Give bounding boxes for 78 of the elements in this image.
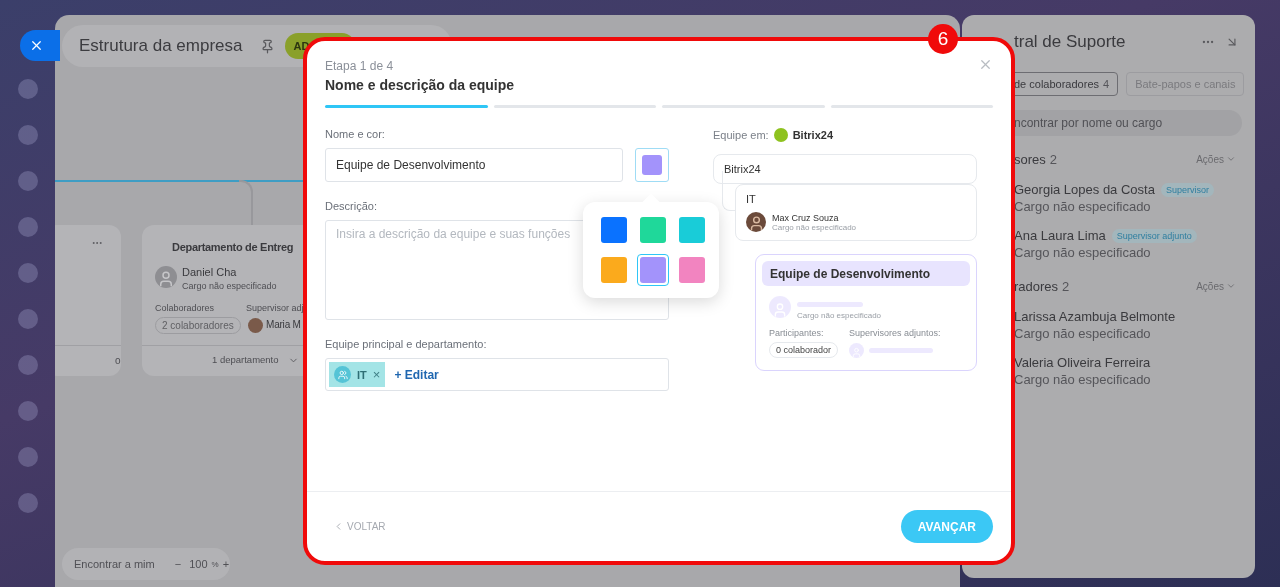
dialog-title: Nome e descrição da equipe: [325, 77, 516, 93]
zoom-out-button[interactable]: −: [170, 558, 186, 570]
company-logo-icon: [773, 128, 788, 142]
field-label: Supervisor adj: [246, 303, 304, 313]
zoom-level: 100: [188, 558, 209, 570]
users-icon: [334, 366, 351, 383]
person-role: Cargo não especificado: [797, 311, 882, 320]
role-badge: Supervisor adjunto: [1111, 228, 1197, 243]
avatar-icon: [746, 212, 766, 232]
team-name: Equipe de Desenvolvimento: [762, 261, 970, 286]
member-name: Ana Laura Lima: [1014, 228, 1106, 243]
section-title: sores 2: [1014, 151, 1059, 167]
sidebar-icon[interactable]: [17, 355, 38, 375]
color-swatch[interactable]: [676, 214, 708, 246]
callout-number: 6: [928, 24, 958, 54]
step-label: Etapa 1 de 4: [325, 59, 394, 73]
actions-menu[interactable]: Ações: [1196, 280, 1236, 292]
remove-tag-button[interactable]: ×: [372, 367, 381, 382]
page-title: Estrutura da empresa: [79, 36, 243, 56]
node-title: IT: [746, 193, 756, 205]
sidebar-icon[interactable]: [17, 309, 38, 329]
field-label: Equipe em:: [713, 129, 769, 141]
sidebar-icon[interactable]: [17, 447, 38, 467]
member-role: Cargo não especificado: [1014, 326, 1152, 341]
color-swatch[interactable]: [637, 253, 669, 286]
person-role: Cargo não especificado: [772, 222, 857, 232]
member-name: Valeria Oliveira Ferreira: [1014, 355, 1151, 370]
close-icon[interactable]: [978, 57, 993, 72]
close-icon: [29, 38, 44, 53]
sidebar-icon[interactable]: [17, 263, 38, 283]
close-button[interactable]: [20, 30, 60, 61]
member-name: Larissa Azambuja Belmonte: [1014, 309, 1176, 324]
caret-icon: [1226, 154, 1236, 164]
field-label: Supervisores adjuntos:: [849, 328, 942, 338]
sidebar-icon[interactable]: [17, 493, 38, 513]
node-title: Bitrix24: [724, 163, 761, 175]
department-count: 1 departamento: [212, 354, 279, 365]
member-name: Georgia Lopes da Costa: [1014, 182, 1155, 197]
actions-menu[interactable]: Ações: [1196, 153, 1236, 165]
company-name: Bitrix24: [792, 129, 833, 141]
person-name: Max Cruz Souza: [772, 212, 840, 223]
parent-team-field[interactable]: IT × + Editar: [325, 358, 669, 391]
member-role: Cargo não especificado: [1014, 199, 1152, 214]
sidebar-icon[interactable]: [17, 171, 38, 191]
back-button[interactable]: VOLTAR: [333, 521, 386, 532]
color-swatch[interactable]: [637, 214, 669, 246]
sidebar-icon[interactable]: [17, 79, 38, 99]
percent-sign: %: [211, 559, 219, 569]
zoom-in-button[interactable]: +: [218, 558, 234, 570]
field-label: Nome e cor:: [325, 128, 386, 140]
edit-link[interactable]: + Editar: [394, 367, 439, 382]
person-name: Maria M: [266, 319, 301, 330]
department-title: Departamento de Entreg: [172, 241, 294, 253]
avatar-icon: [248, 318, 263, 333]
caret-icon: [1226, 281, 1236, 291]
color-swatch[interactable]: [598, 214, 630, 246]
person-role: Cargo não especificado: [182, 281, 277, 291]
member-role: Cargo não especificado: [1014, 372, 1152, 387]
card-footer-text: o: [115, 355, 121, 366]
sidebar-icon[interactable]: [17, 125, 38, 145]
panel-title: tral de Suporte: [1014, 32, 1127, 52]
sidebar-icon[interactable]: [17, 401, 38, 421]
field-label: Colaboradores: [155, 303, 215, 313]
next-button[interactable]: AVANÇAR: [900, 510, 993, 543]
pin-icon[interactable]: [260, 38, 276, 54]
sidebar-icon[interactable]: [17, 217, 38, 237]
tag-label: IT: [357, 368, 367, 381]
field-label: Participantes:: [769, 328, 825, 338]
field-label: Equipe principal e departamento:: [325, 338, 488, 350]
avatar-icon: [155, 266, 177, 288]
person-name: Daniel Cha: [182, 266, 237, 278]
section-title: radores 2: [1014, 278, 1071, 294]
find-me-button[interactable]: Encontrar a mim: [62, 558, 163, 570]
field-label: Descrição:: [325, 200, 378, 212]
color-picker-button[interactable]: [635, 148, 669, 182]
role-badge: Supervisor: [1160, 182, 1214, 197]
member-role: Cargo não especificado: [1014, 245, 1152, 260]
name-field[interactable]: Equipe de Desenvolvimento: [325, 148, 623, 182]
